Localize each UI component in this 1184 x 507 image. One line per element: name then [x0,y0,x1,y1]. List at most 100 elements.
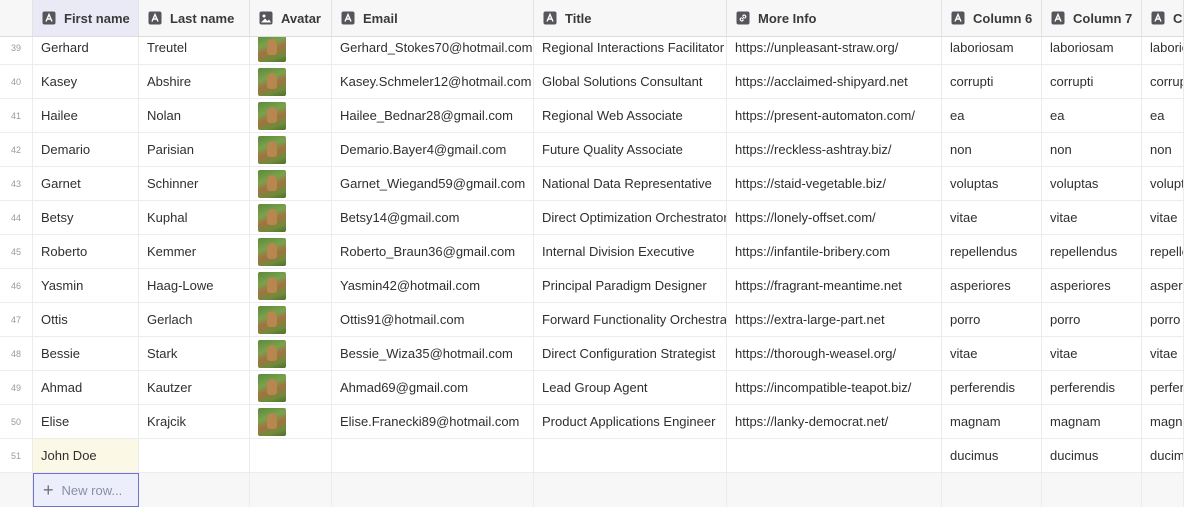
cell-title[interactable]: Future Quality Associate [534,133,727,166]
cell-c6[interactable]: vitae [942,337,1042,370]
cell-title[interactable]: National Data Representative [534,167,727,200]
cell-c6[interactable]: non [942,133,1042,166]
cell-last[interactable]: Kautzer [139,371,250,404]
cell-c6[interactable]: corrupti [942,65,1042,98]
cell-title[interactable]: Direct Optimization Orchestrator [534,201,727,234]
cell-first[interactable]: Ahmad [33,371,139,404]
cell-first[interactable]: Demario [33,133,139,166]
cell-title[interactable]: Forward Functionality Orchestrator [534,303,727,336]
cell-last[interactable]: Nolan [139,99,250,132]
cell-c7[interactable]: voluptas [1042,167,1142,200]
cell-c6[interactable]: vitae [942,201,1042,234]
cell-avatar[interactable] [250,405,332,438]
column-header-column-6[interactable]: Column 6 [942,0,1042,36]
column-header-title[interactable]: Title [534,0,727,36]
cell-last[interactable]: Kemmer [139,235,250,268]
cell-title[interactable]: Global Solutions Consultant [534,65,727,98]
cell-title[interactable]: Direct Configuration Strategist [534,337,727,370]
cell-first[interactable]: Yasmin [33,269,139,302]
cell-c8[interactable]: repellendus [1142,235,1184,268]
cell-last[interactable]: Kuphal [139,201,250,234]
cell-first[interactable]: Betsy [33,201,139,234]
cell-c6[interactable]: porro [942,303,1042,336]
cell-info[interactable]: https://lonely-offset.com/ [727,201,942,234]
column-header-column-7[interactable]: Column 7 [1042,0,1142,36]
cell-c7[interactable]: ducimus [1042,439,1142,472]
cell-last[interactable]: Schinner [139,167,250,200]
cell-first[interactable]: Garnet [33,167,139,200]
cell-c8[interactable]: ea [1142,99,1184,132]
cell-avatar[interactable] [250,201,332,234]
column-header-more-info[interactable]: More Info [727,0,942,36]
cell-c6[interactable]: asperiores [942,269,1042,302]
cell-c7[interactable]: asperiores [1042,269,1142,302]
cell-c8[interactable]: porro [1142,303,1184,336]
cell-email[interactable]: Demario.Bayer4@gmail.com [332,133,534,166]
new-row-button[interactable]: + New row... [33,473,139,507]
column-header-email[interactable]: Email [332,0,534,36]
cell-info[interactable]: https://incompatible-teapot.biz/ [727,371,942,404]
cell-email[interactable]: Elise.Franecki89@hotmail.com [332,405,534,438]
cell-avatar[interactable] [250,439,332,472]
cell-last[interactable]: Abshire [139,65,250,98]
cell-email[interactable]: Bessie_Wiza35@hotmail.com [332,337,534,370]
column-header-last-name[interactable]: Last name [139,0,250,36]
cell-c8[interactable]: magnam [1142,405,1184,438]
cell-c7[interactable]: ea [1042,99,1142,132]
cell-c7[interactable]: corrupti [1042,65,1142,98]
cell-email[interactable]: Roberto_Braun36@gmail.com [332,235,534,268]
cell-email[interactable]: Kasey.Schmeler12@hotmail.com [332,65,534,98]
cell-avatar[interactable] [250,167,332,200]
column-header-first-name[interactable]: First name [33,0,139,36]
cell-info[interactable]: https://acclaimed-shipyard.net [727,65,942,98]
cell-c6[interactable]: perferendis [942,371,1042,404]
cell-c7[interactable]: porro [1042,303,1142,336]
cell-c8[interactable]: non [1142,133,1184,166]
cell-c8[interactable]: vitae [1142,337,1184,370]
cell-title[interactable]: Lead Group Agent [534,371,727,404]
cell-avatar[interactable] [250,99,332,132]
cell-title[interactable]: Internal Division Executive [534,235,727,268]
cell-avatar[interactable] [250,303,332,336]
cell-avatar[interactable] [250,371,332,404]
cell-last[interactable]: Parisian [139,133,250,166]
cell-info[interactable]: https://fragrant-meantime.net [727,269,942,302]
cell-first[interactable]: John Doe [33,439,139,472]
cell-title[interactable]: Product Applications Engineer [534,405,727,438]
cell-email[interactable]: Hailee_Bednar28@gmail.com [332,99,534,132]
cell-c6[interactable]: repellendus [942,235,1042,268]
column-header-avatar[interactable]: Avatar [250,0,332,36]
cell-email[interactable]: Ottis91@hotmail.com [332,303,534,336]
column-header-co[interactable]: Co [1142,0,1184,36]
cell-c7[interactable]: vitae [1042,337,1142,370]
cell-first[interactable]: Elise [33,405,139,438]
cell-last[interactable]: Haag-Lowe [139,269,250,302]
cell-avatar[interactable] [250,65,332,98]
cell-avatar[interactable] [250,337,332,370]
cell-first[interactable]: Bessie [33,337,139,370]
cell-c6[interactable]: ea [942,99,1042,132]
cell-c6[interactable]: ducimus [942,439,1042,472]
cell-c7[interactable]: repellendus [1042,235,1142,268]
cell-info[interactable]: https://staid-vegetable.biz/ [727,167,942,200]
cell-c7[interactable]: non [1042,133,1142,166]
cell-last[interactable] [139,439,250,472]
cell-first[interactable]: Hailee [33,99,139,132]
cell-c7[interactable]: magnam [1042,405,1142,438]
cell-last[interactable]: Krajcik [139,405,250,438]
cell-last[interactable]: Gerlach [139,303,250,336]
cell-title[interactable] [534,439,727,472]
cell-c6[interactable]: magnam [942,405,1042,438]
cell-c7[interactable]: vitae [1042,201,1142,234]
cell-info[interactable]: https://thorough-weasel.org/ [727,337,942,370]
cell-avatar[interactable] [250,133,332,166]
cell-title[interactable]: Principal Paradigm Designer [534,269,727,302]
cell-avatar[interactable] [250,235,332,268]
cell-avatar[interactable] [250,269,332,302]
cell-email[interactable] [332,439,534,472]
cell-email[interactable]: Betsy14@gmail.com [332,201,534,234]
cell-info[interactable]: https://lanky-democrat.net/ [727,405,942,438]
cell-email[interactable]: Garnet_Wiegand59@gmail.com [332,167,534,200]
cell-c8[interactable]: ducimus [1142,439,1184,472]
cell-email[interactable]: Ahmad69@gmail.com [332,371,534,404]
